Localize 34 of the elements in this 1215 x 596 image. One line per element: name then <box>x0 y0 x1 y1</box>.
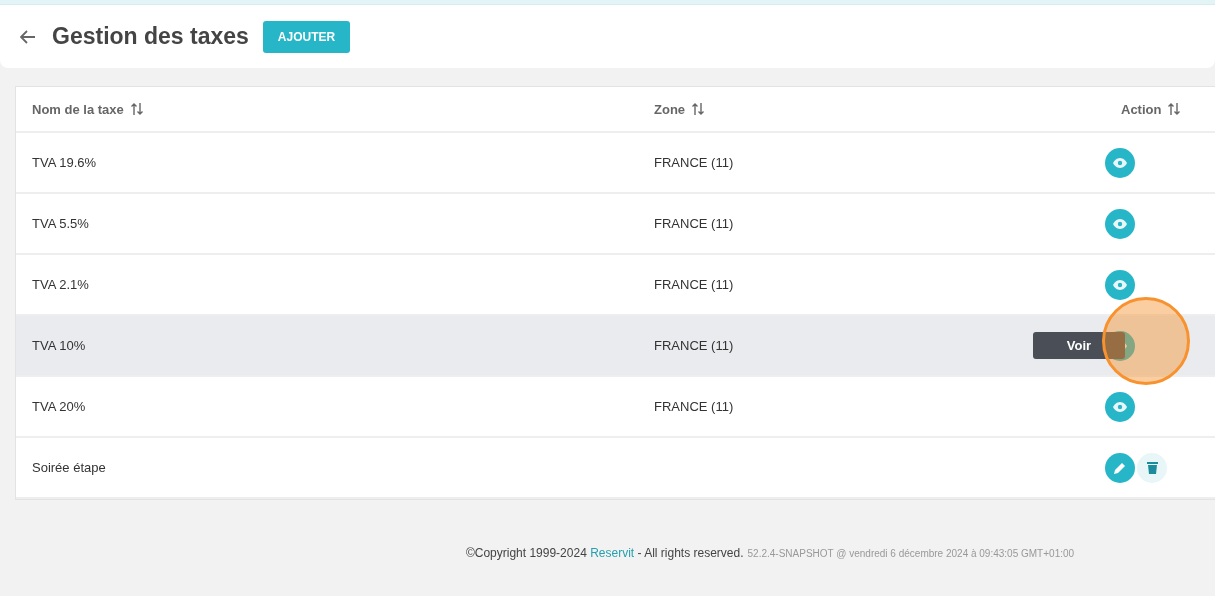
eye-icon <box>1113 401 1127 412</box>
tax-name: Soirée étape <box>32 460 106 475</box>
back-arrow-icon[interactable] <box>20 29 36 44</box>
delete-button[interactable] <box>1137 452 1167 483</box>
zone-text: FRANCE (11) <box>654 216 734 231</box>
tax-name: TVA 2.1% <box>32 277 89 292</box>
view-button[interactable] <box>1105 391 1135 422</box>
zone-text: FRANCE (11) <box>654 277 734 292</box>
tooltip: Voir <box>1033 332 1125 359</box>
zone-text: FRANCE (11) <box>654 399 734 414</box>
eye-icon <box>1113 279 1127 290</box>
column-header[interactable]: Nom de la taxe <box>32 101 124 117</box>
column-header[interactable]: Action <box>1121 101 1162 117</box>
sort-icon[interactable] <box>1167 102 1182 116</box>
zone-text: FRANCE (11) <box>654 155 734 170</box>
sort-icon[interactable] <box>129 102 144 116</box>
view-button[interactable] <box>1105 147 1135 178</box>
edit-button[interactable] <box>1105 452 1135 483</box>
eye-icon <box>1113 157 1127 168</box>
sort-icon[interactable] <box>691 102 706 116</box>
view-button[interactable] <box>1105 269 1135 300</box>
tax-name: TVA 5.5% <box>32 216 89 231</box>
version-text: 52.2.4-SNAPSHOT @ vendredi 6 décembre 2024 à 09:43:05 GMT+01:00 <box>747 548 1075 559</box>
zone-text: FRANCE (11) <box>654 338 734 353</box>
view-button[interactable] <box>1105 208 1135 239</box>
tax-name: TVA 19.6% <box>32 155 97 170</box>
copyright-text: ©Copyright 1999-2024 Reservit - All rights reserved. <box>465 546 744 560</box>
tax-name: TVA 20% <box>32 399 86 414</box>
trash-icon <box>1146 461 1158 474</box>
pencil-icon <box>1113 460 1127 475</box>
eye-icon <box>1113 218 1127 229</box>
tax-name: TVA 10% <box>32 338 86 353</box>
column-header[interactable]: Zone <box>654 101 686 117</box>
page-title: Gestion des taxes <box>52 23 249 50</box>
